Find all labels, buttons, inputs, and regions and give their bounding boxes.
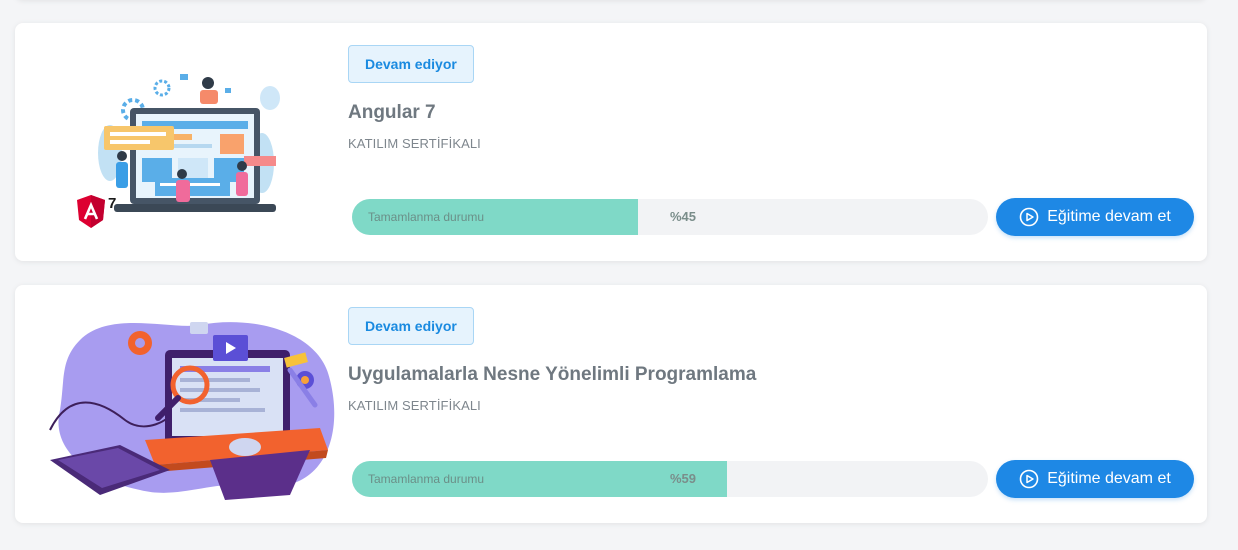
progress-percent: %45 xyxy=(670,209,697,224)
continue-course-button[interactable]: Eğitime devam et xyxy=(996,198,1194,236)
status-badge: Devam ediyor xyxy=(348,307,474,345)
continue-button-label: Eğitime devam et xyxy=(1047,208,1171,225)
course-card: 7 Devam ediyor Angular 7 KATILIM SERTİFİ… xyxy=(15,23,1207,261)
progress-bar: Tamamlanma durumu %59 xyxy=(352,461,988,497)
web-development-illustration: 7 xyxy=(77,74,280,228)
progress-label: Tamamlanma durumu xyxy=(368,210,485,224)
certificate-label: KATILIM SERTİFİKALI xyxy=(348,136,481,151)
course-title: Angular 7 xyxy=(348,102,436,123)
angular-logo-icon: 7 xyxy=(77,195,116,228)
course-list: 7 Devam ediyor Angular 7 KATILIM SERTİFİ… xyxy=(0,0,1238,550)
course-title: Uygulamalarla Nesne Yönelimli Programlam… xyxy=(348,364,757,385)
course-thumbnail: 7 xyxy=(30,38,335,248)
angular-version-label: 7 xyxy=(108,195,116,212)
course-card: Devam ediyor Uygulamalarla Nesne Yönelim… xyxy=(15,285,1207,523)
play-circle-icon xyxy=(1019,469,1039,489)
status-badge: Devam ediyor xyxy=(348,45,474,83)
progress-bar: Tamamlanma durumu %45 xyxy=(352,199,988,235)
progress-percent: %59 xyxy=(670,471,697,486)
certificate-label: KATILIM SERTİFİKALI xyxy=(348,398,481,413)
continue-button-label: Eğitime devam et xyxy=(1047,470,1171,487)
course-thumbnail xyxy=(30,300,335,510)
programming-workstation-illustration xyxy=(49,322,335,500)
play-circle-icon xyxy=(1019,207,1039,227)
progress-label: Tamamlanma durumu xyxy=(368,472,485,486)
continue-course-button[interactable]: Eğitime devam et xyxy=(996,460,1194,498)
